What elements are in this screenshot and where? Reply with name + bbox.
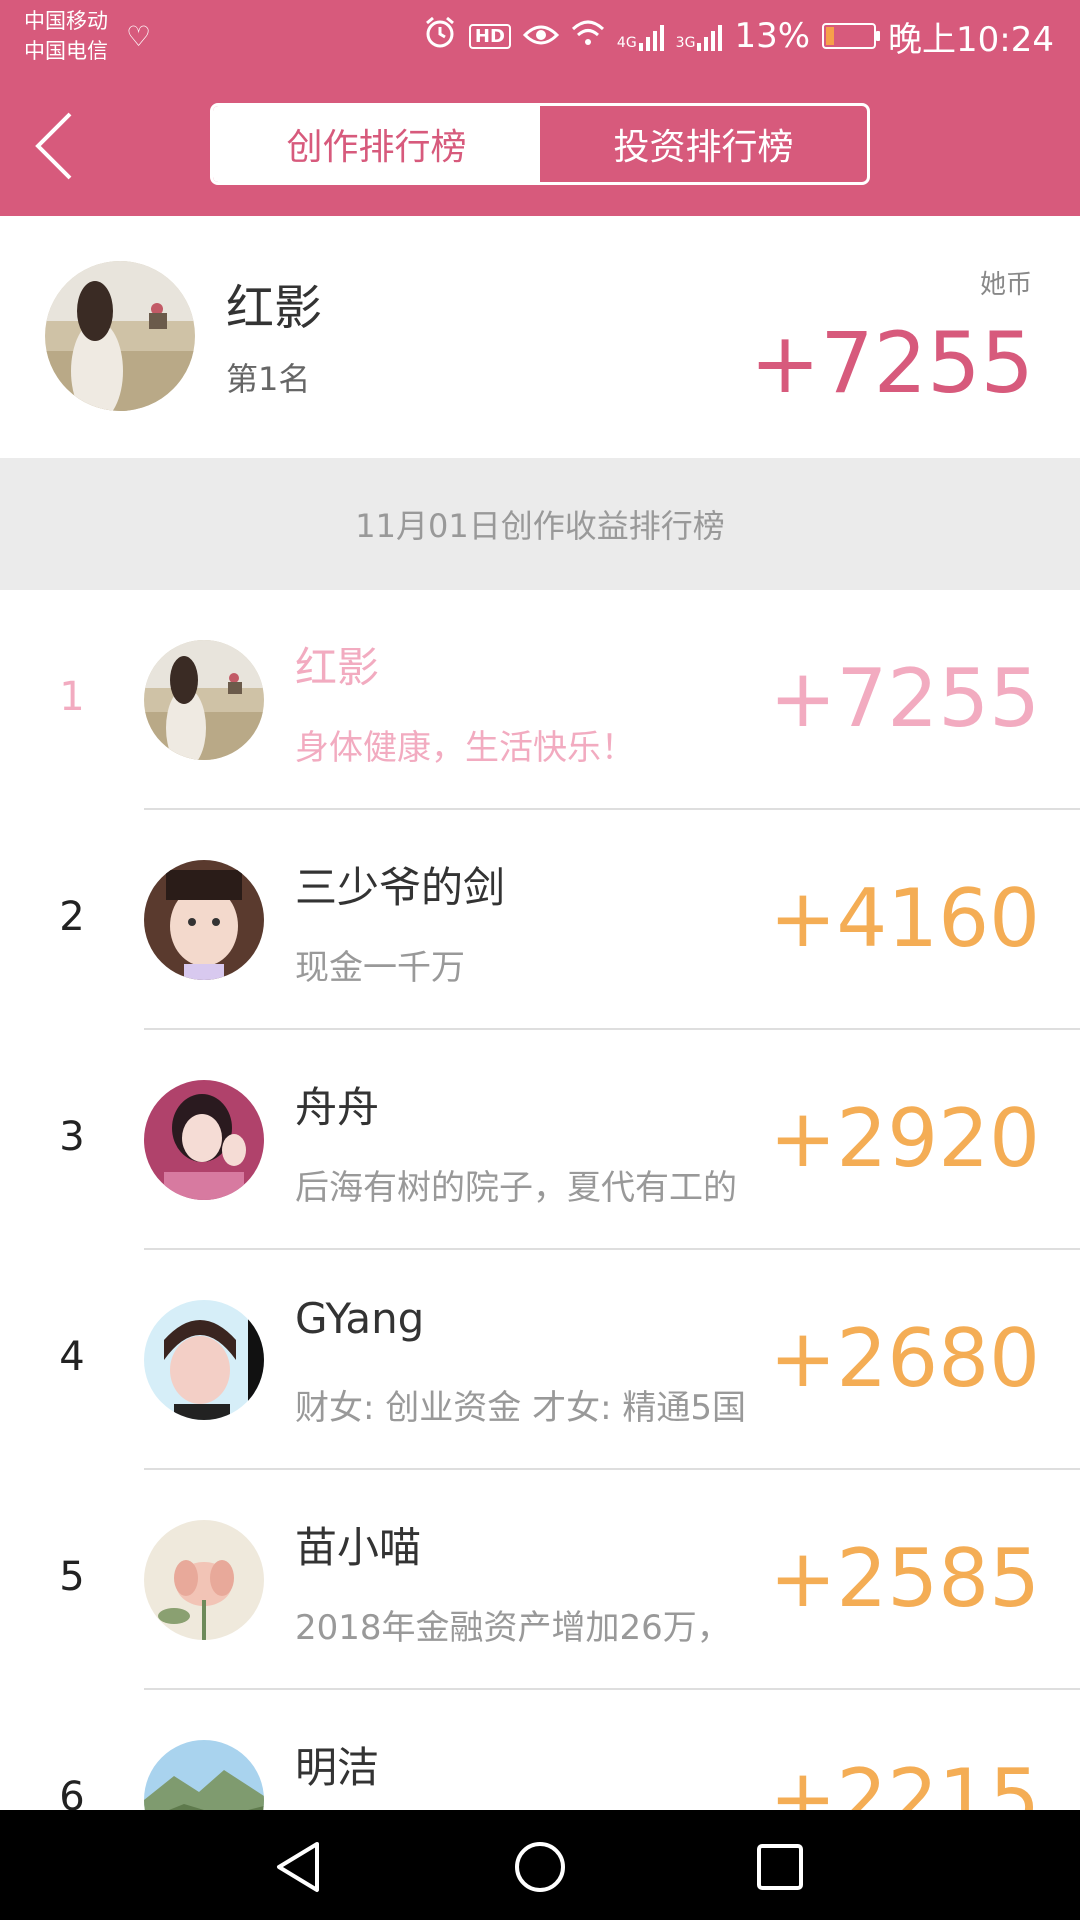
user-name: 红影 (295, 643, 380, 692)
rank-number: 6 (59, 1774, 85, 1810)
signal-icon-3g: 3G (676, 21, 723, 51)
tab-creation-ranking[interactable]: 创作排行榜 (213, 106, 540, 182)
my-name: 红影 (226, 280, 323, 336)
tab-investment-ranking[interactable]: 投资排行榜 (540, 106, 867, 182)
signal-icon-4g: 4G (617, 21, 664, 51)
avatar[interactable] (144, 1080, 264, 1200)
eye-icon (522, 16, 560, 56)
avatar[interactable] (144, 640, 264, 760)
user-score: +2920 (769, 1092, 1040, 1185)
carrier-2: 中国电信 (24, 39, 108, 63)
battery-icon (822, 23, 881, 49)
status-icons: HD 4G 3G 13% 晚上10:24 (423, 14, 1054, 60)
list-item[interactable]: 6 明洁 +2215 (0, 1690, 1080, 1810)
wifi-icon (571, 16, 605, 56)
nav-recents-button[interactable] (745, 1832, 815, 1902)
user-score: +2585 (769, 1532, 1040, 1625)
alarm-icon (423, 15, 457, 58)
user-name: 舟舟 (295, 1083, 380, 1132)
avatar[interactable] (144, 1740, 264, 1810)
battery-percent: 13% (734, 16, 811, 56)
my-rank: 第1名 (226, 360, 311, 398)
user-score: +2680 (769, 1312, 1040, 1405)
user-score: +7255 (769, 652, 1040, 745)
list-item[interactable]: 4 GYang 财女: 创业资金 才女: 精通5国 +2680 (0, 1250, 1080, 1470)
user-name: 明洁 (295, 1743, 380, 1792)
list-item[interactable]: 2 三少爷的剑 现金一千万 +4160 (0, 810, 1080, 1030)
user-motto: 财女: 创业资金 才女: 精通5国 (295, 1388, 746, 1428)
user-score: +2215 (769, 1752, 1040, 1810)
user-score: +4160 (769, 872, 1040, 965)
my-rank-card: 红影 第1名 她币 +7255 (0, 216, 1080, 458)
avatar[interactable] (144, 1300, 264, 1420)
rank-number: 1 (59, 674, 85, 720)
date-banner: 11月01日创作收益排行榜 (0, 458, 1080, 590)
currency-label: 她币 (979, 270, 1032, 300)
ranking-list: 1 红影 身体健康，生活快乐！ +7255 2 三少爷的剑 现金一千万 +416… (0, 590, 1080, 1810)
network-label-1: 4G (616, 35, 637, 51)
user-name: GYang (295, 1294, 425, 1343)
rank-number: 3 (59, 1114, 85, 1160)
time: 晚上10:24 (888, 19, 1054, 60)
my-score: +7255 (749, 314, 1034, 412)
tab-switcher: 创作排行榜 投资排行榜 (210, 103, 870, 185)
rank-number: 4 (59, 1334, 85, 1380)
hd-icon: HD (468, 23, 511, 49)
list-item[interactable]: 3 舟舟 后海有树的院子，夏代有工的 +2920 (0, 1030, 1080, 1250)
list-item[interactable]: 5 苗小喵 2018年金融资产增加26万， +2585 (0, 1470, 1080, 1690)
carrier-info: 中国移动 中国电信 (24, 6, 108, 66)
network-label-2: 3G (675, 35, 696, 51)
chevron-left-icon (35, 112, 72, 180)
rank-number: 2 (59, 894, 85, 940)
carrier-1: 中国移动 (24, 9, 108, 33)
nav-home-button[interactable] (505, 1832, 575, 1902)
user-motto: 2018年金融资产增加26万， (295, 1608, 731, 1648)
list-item[interactable]: 1 红影 身体健康，生活快乐！ +7255 (0, 590, 1080, 810)
navigation-bar (0, 1810, 1080, 1920)
nav-back-button[interactable] (265, 1832, 335, 1902)
rank-number: 5 (59, 1554, 85, 1600)
avatar[interactable] (45, 261, 195, 411)
avatar[interactable] (144, 1520, 264, 1640)
heart-icon: ♡ (126, 20, 152, 53)
avatar[interactable] (144, 860, 264, 980)
user-motto: 身体健康，生活快乐！ (295, 728, 635, 768)
user-name: 三少爷的剑 (295, 863, 506, 912)
user-motto: 现金一千万 (295, 948, 465, 988)
user-name: 苗小喵 (295, 1523, 422, 1572)
user-motto: 后海有树的院子，夏代有工的 (295, 1168, 737, 1208)
status-bar: 中国移动 中国电信 ♡ HD 4G 3G 13% 晚上10:24 (0, 0, 1080, 78)
header: 创作排行榜 投资排行榜 (0, 78, 1080, 216)
back-button[interactable] (30, 106, 90, 186)
